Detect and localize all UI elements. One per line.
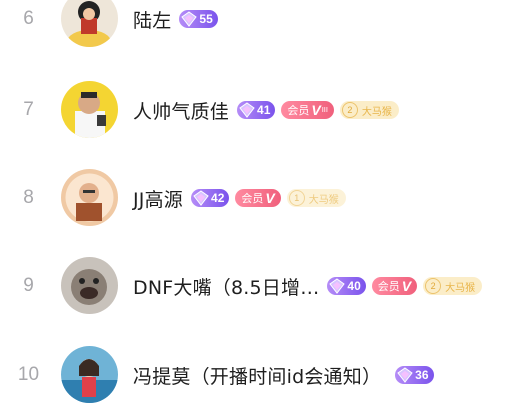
level-value: 36 [415, 368, 429, 382]
list-item[interactable]: 8 JJ高源 42 会员 V 1 大马猴 [0, 168, 513, 228]
level-value: 55 [199, 12, 213, 26]
v-check-icon: V [401, 278, 412, 294]
purple-gem-icon [239, 102, 255, 118]
fan-name: 大马猴 [308, 194, 339, 206]
list-item[interactable]: 9 DNF大嘴（8.5日增… 40 会员 V 2 大马猴 [0, 256, 513, 316]
vip-label: 会员 [241, 192, 264, 205]
vip-label: 会员 [377, 280, 400, 293]
purple-gem-icon [193, 190, 209, 206]
purple-gem-icon [181, 11, 198, 27]
fan-badge: 2 大马猴 [339, 101, 399, 119]
user-name[interactable]: JJ高源 [133, 185, 183, 212]
level-badge: 40 [327, 277, 366, 295]
avatar[interactable] [61, 257, 118, 314]
user-name[interactable]: 冯提莫（开播时间id会通知） [133, 362, 381, 389]
fan-name: 大马猴 [445, 282, 476, 294]
vip-badge: 会员 V [235, 189, 281, 207]
fan-badge: 2 大马猴 [423, 277, 483, 295]
user-name[interactable]: DNF大嘴（8.5日增… [133, 273, 319, 300]
avatar[interactable] [61, 81, 118, 138]
fan-level: 2 [341, 102, 358, 118]
purple-gem-icon [329, 278, 346, 294]
fan-badge: 1 大马猴 [286, 189, 346, 207]
rank-number: 10 [17, 364, 40, 385]
rank-number: 7 [23, 99, 34, 120]
fan-name: 大马猴 [361, 106, 392, 118]
v-check-icon: V [265, 190, 275, 206]
level-badge: 42 [191, 189, 230, 207]
rank-number: 9 [23, 275, 34, 296]
level-value: 42 [211, 191, 225, 205]
vip-tier: III [321, 106, 328, 114]
vip-badge: 会员 V [371, 277, 418, 295]
level-badge: 41 [237, 101, 276, 119]
avatar[interactable] [61, 0, 118, 47]
list-item[interactable]: 10 冯提莫（开播时间id会通知） 36 [0, 345, 513, 405]
purple-gem-icon [397, 367, 413, 383]
v-check-icon: V [311, 102, 321, 118]
level-value: 40 [347, 279, 361, 293]
vip-label: 会员 [287, 104, 310, 117]
user-name[interactable]: 陆左 [133, 6, 171, 33]
level-value: 41 [257, 103, 271, 117]
user-name[interactable]: 人帅气质佳 [133, 97, 229, 124]
avatar[interactable] [61, 169, 118, 226]
fan-level: 2 [425, 278, 442, 294]
rank-number: 8 [23, 187, 34, 208]
fan-level: 1 [288, 190, 305, 206]
level-badge: 36 [395, 366, 434, 384]
list-item[interactable]: 7 人帅气质佳 41 会员 V III 2 大马猴 [0, 80, 513, 140]
rank-number: 6 [23, 8, 34, 29]
avatar[interactable] [61, 346, 118, 403]
vip-badge: 会员 V III [281, 101, 334, 119]
level-badge: 55 [179, 10, 218, 28]
list-item[interactable]: 6 陆左 55 [0, 0, 513, 49]
